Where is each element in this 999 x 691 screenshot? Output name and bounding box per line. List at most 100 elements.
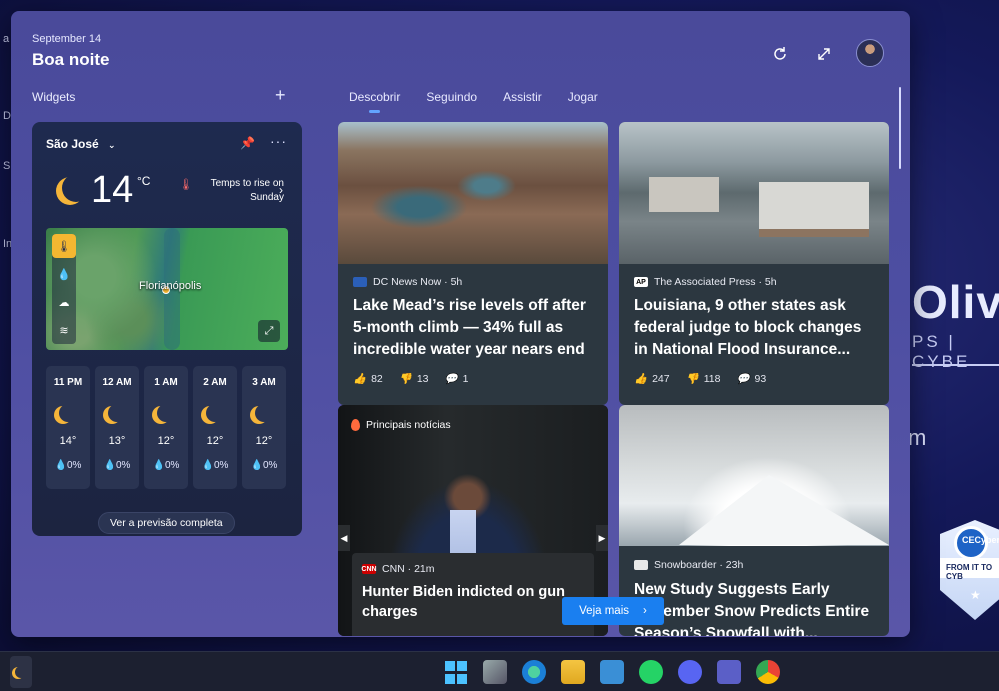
like-button[interactable]: 👍 82 (353, 372, 383, 386)
cnn-logo-icon: CNN (361, 564, 377, 574)
discord-icon[interactable] (678, 660, 702, 684)
notepad-icon[interactable] (600, 660, 624, 684)
news-source: DC News Now · 5h (353, 276, 462, 288)
news-source: AP The Associated Press · 5h (634, 276, 777, 288)
expand-button[interactable] (812, 42, 836, 66)
star-icon: ★ (970, 588, 981, 602)
hour-precip-value: 0% (214, 460, 229, 471)
windows-logo-icon (445, 673, 455, 684)
weather-city-selector[interactable]: São José ⌄ (46, 137, 116, 151)
tab-assistir[interactable]: Assistir (503, 90, 542, 104)
hour-precip: 💧0% (54, 460, 82, 471)
topic-text: Principais notícias (366, 419, 451, 431)
news-title[interactable]: Lake Mead’s rise levels off after 5-mont… (353, 295, 593, 361)
carousel-next-button[interactable]: ▶ (596, 525, 608, 551)
chevron-right-icon[interactable]: › (279, 183, 283, 197)
droplet-icon[interactable]: 💧 (52, 262, 76, 286)
news-title[interactable]: New Study Suggests Early November Snow P… (634, 579, 874, 636)
moon-icon (108, 404, 126, 422)
ap-logo-icon: AP (634, 277, 648, 287)
weather-widget[interactable]: São José ⌄ 📌 ··· 14 °C 🌡 Temps to rise o… (32, 122, 302, 536)
news-card[interactable]: DC News Now · 5h Lake Mead’s rise levels… (338, 122, 608, 405)
see-more-label: Veja mais (579, 605, 629, 617)
pin-icon[interactable]: 📌 (240, 136, 255, 150)
hour-temp: 12° (206, 435, 224, 447)
desktop-icon-label: D (3, 110, 11, 122)
news-source-text: CNN · 21m (382, 563, 435, 575)
weather-temperature: 14 (91, 169, 134, 211)
chevron-right-icon: ▶ (598, 532, 606, 543)
hour-tile[interactable]: 12 AM 13° 💧0% (95, 366, 139, 489)
wallpaper-divider (912, 364, 999, 366)
start-button[interactable] (444, 660, 468, 684)
widgets-title: Widgets (32, 90, 76, 104)
news-title[interactable]: Hunter Biden indicted on gun charges (362, 582, 572, 622)
tab-seguindo[interactable]: Seguindo (426, 90, 477, 104)
chrome-icon[interactable] (756, 660, 780, 684)
refresh-icon (774, 47, 786, 60)
news-source: Snowboarder · 23h (634, 559, 743, 571)
thumbs-up-icon: 👍 (634, 373, 648, 385)
weather-note[interactable]: Temps to rise on Sunday (194, 177, 284, 205)
comment-icon: 💬 (444, 373, 458, 385)
feed-tabs: Descobrir Seguindo Assistir Jogar (349, 90, 598, 113)
add-widget-button[interactable]: + (275, 85, 286, 106)
thermometer-icon[interactable]: 🌡 (52, 234, 76, 258)
expand-map-icon[interactable]: ⤢ (258, 320, 280, 342)
teams-icon[interactable] (717, 660, 741, 684)
moon-icon (255, 404, 273, 422)
news-title[interactable]: Louisiana, 9 other states ask federal ju… (634, 295, 874, 361)
widgets-taskbar-button[interactable] (10, 656, 32, 688)
taskbar-apps (444, 660, 780, 684)
wallpaper-brand-title: Oliv (912, 276, 999, 328)
publisher-logo-icon (353, 277, 367, 287)
dislike-button[interactable]: 👎 118 (686, 372, 721, 386)
hour-temp: 12° (255, 435, 273, 447)
hour-tile[interactable]: 3 AM 12° 💧0% (242, 366, 286, 489)
hour-tile[interactable]: 2 AM 12° 💧0% (193, 366, 237, 489)
image-mountain (679, 475, 889, 545)
news-reactions: 👍 82 👎 13 💬 1 (353, 372, 469, 386)
comment-button[interactable]: 💬 1 (444, 372, 469, 386)
wind-icon[interactable]: ≋ (52, 318, 76, 342)
edge-icon[interactable] (522, 660, 546, 684)
avatar[interactable] (856, 39, 884, 67)
see-more-button[interactable]: Veja mais › (562, 597, 664, 625)
tab-descobrir[interactable]: Descobrir (349, 90, 400, 113)
widgets-board: September 14 Boa noite Widgets + Descobr… (11, 11, 910, 637)
full-forecast-button[interactable]: Ver a previsão completa (98, 512, 235, 534)
map-location-label: Florianópolis (139, 280, 202, 292)
wallpaper-badge-band-text: FROM IT TO CYB (946, 563, 993, 581)
hour-precip-value: 0% (67, 460, 82, 471)
refresh-button[interactable] (768, 42, 792, 66)
hour-temp: 14° (59, 435, 77, 447)
moon-icon (62, 174, 90, 202)
whatsapp-icon[interactable] (639, 660, 663, 684)
news-image (619, 405, 889, 546)
hour-tile[interactable]: 11 PM 14° 💧0% (46, 366, 90, 489)
hour-label: 11 PM (53, 377, 83, 388)
hour-label: 2 AM (203, 377, 227, 388)
feed-scrollbar[interactable] (899, 87, 901, 169)
carousel-prev-button[interactable]: ◀ (338, 525, 350, 551)
comment-button[interactable]: 💬 93 (736, 372, 766, 386)
header-greeting: Boa noite (32, 50, 110, 69)
map-layer-rail: 🌡 💧 ☁ ≋ (52, 234, 76, 344)
more-options-icon[interactable]: ··· (270, 133, 287, 149)
hour-tile[interactable]: 1 AM 12° 💧0% (144, 366, 188, 489)
weather-map[interactable]: Florianópolis 🌡 💧 ☁ ≋ ⤢ (46, 228, 288, 350)
news-image (619, 122, 889, 264)
news-card[interactable]: AP The Associated Press · 5h Louisiana, … (619, 122, 889, 405)
news-source-text: DC News Now · 5h (373, 276, 463, 288)
hour-precip: 💧0% (103, 460, 131, 471)
like-button[interactable]: 👍 247 (634, 372, 670, 386)
task-view-icon[interactable] (483, 660, 507, 684)
image-house (759, 182, 869, 237)
cloud-icon[interactable]: ☁ (52, 290, 76, 314)
hour-temp: 12° (157, 435, 175, 447)
hour-label: 1 AM (154, 377, 178, 388)
tab-jogar[interactable]: Jogar (568, 90, 598, 104)
hour-precip-value: 0% (263, 460, 278, 471)
file-explorer-icon[interactable] (561, 660, 585, 684)
dislike-button[interactable]: 👎 13 (399, 372, 429, 386)
